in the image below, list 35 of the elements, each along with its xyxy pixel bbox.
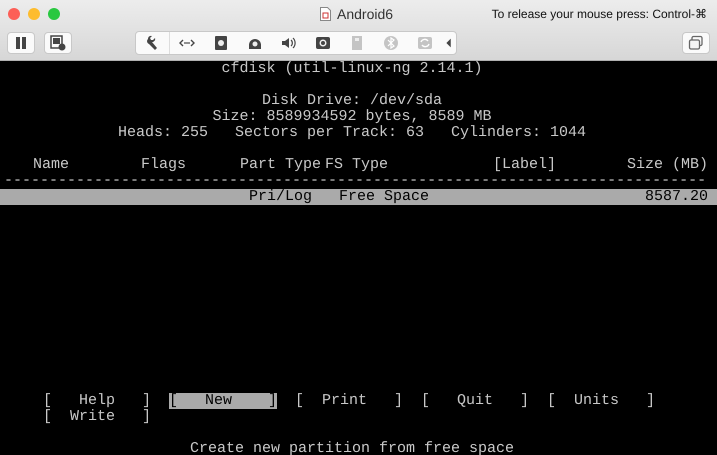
terminal-text: Heads: 255 Sectors per Track: 63 Cylinders: 1044 xyxy=(118,124,586,141)
document-icon xyxy=(320,7,331,21)
terminal-text: Size: 8589934592 bytes, 8589 MB xyxy=(212,108,492,125)
menu-command[interactable]: [ Help ] xyxy=(43,393,151,409)
partition-row[interactable]: Pri/Log Free Space 8587.20 xyxy=(0,189,717,205)
menu-command[interactable]: [ New ] xyxy=(169,393,277,409)
close-button[interactable] xyxy=(8,8,20,20)
status-message: Create new partition from free space xyxy=(190,440,514,455)
table-cell: 8587.20 xyxy=(644,188,708,205)
windows-button[interactable] xyxy=(682,32,710,54)
menu-command[interactable]: [ Print ] xyxy=(295,393,403,409)
snapshot-button[interactable] xyxy=(44,32,72,54)
release-hint: To release your mouse press: Control-⌘ xyxy=(492,7,708,21)
bluetooth-icon xyxy=(383,34,399,50)
table-cell: Free Space xyxy=(339,188,430,205)
column-header: Part Type xyxy=(240,157,322,173)
table-cell: Pri/Log xyxy=(249,188,312,205)
column-header: Flags xyxy=(141,157,188,173)
column-header: [Label] xyxy=(493,157,558,173)
column-header: Size (MB) xyxy=(626,157,708,173)
column-header: FS Type xyxy=(325,157,390,173)
windows-icon xyxy=(688,34,704,50)
terminal-text: Disk Drive: /dev/sda xyxy=(262,92,442,109)
terminal-text: cfdisk (util-linux-ng 2.14.1) xyxy=(221,61,483,77)
column-header: Name xyxy=(33,157,70,173)
camera-icon xyxy=(315,34,331,50)
menu-command[interactable]: [ Write ] xyxy=(43,409,151,425)
sound-icon xyxy=(281,34,297,50)
menu-command[interactable]: [ Quit ] xyxy=(421,393,529,409)
snapshot-icon xyxy=(50,34,66,50)
pause-icon xyxy=(14,36,28,50)
separator-line: ------------------------------------------------------------------------------ xyxy=(4,172,706,189)
pause-button[interactable] xyxy=(7,32,35,54)
menu-command[interactable]: [ Units ] xyxy=(547,393,655,409)
window-title: Android6 xyxy=(337,6,394,22)
